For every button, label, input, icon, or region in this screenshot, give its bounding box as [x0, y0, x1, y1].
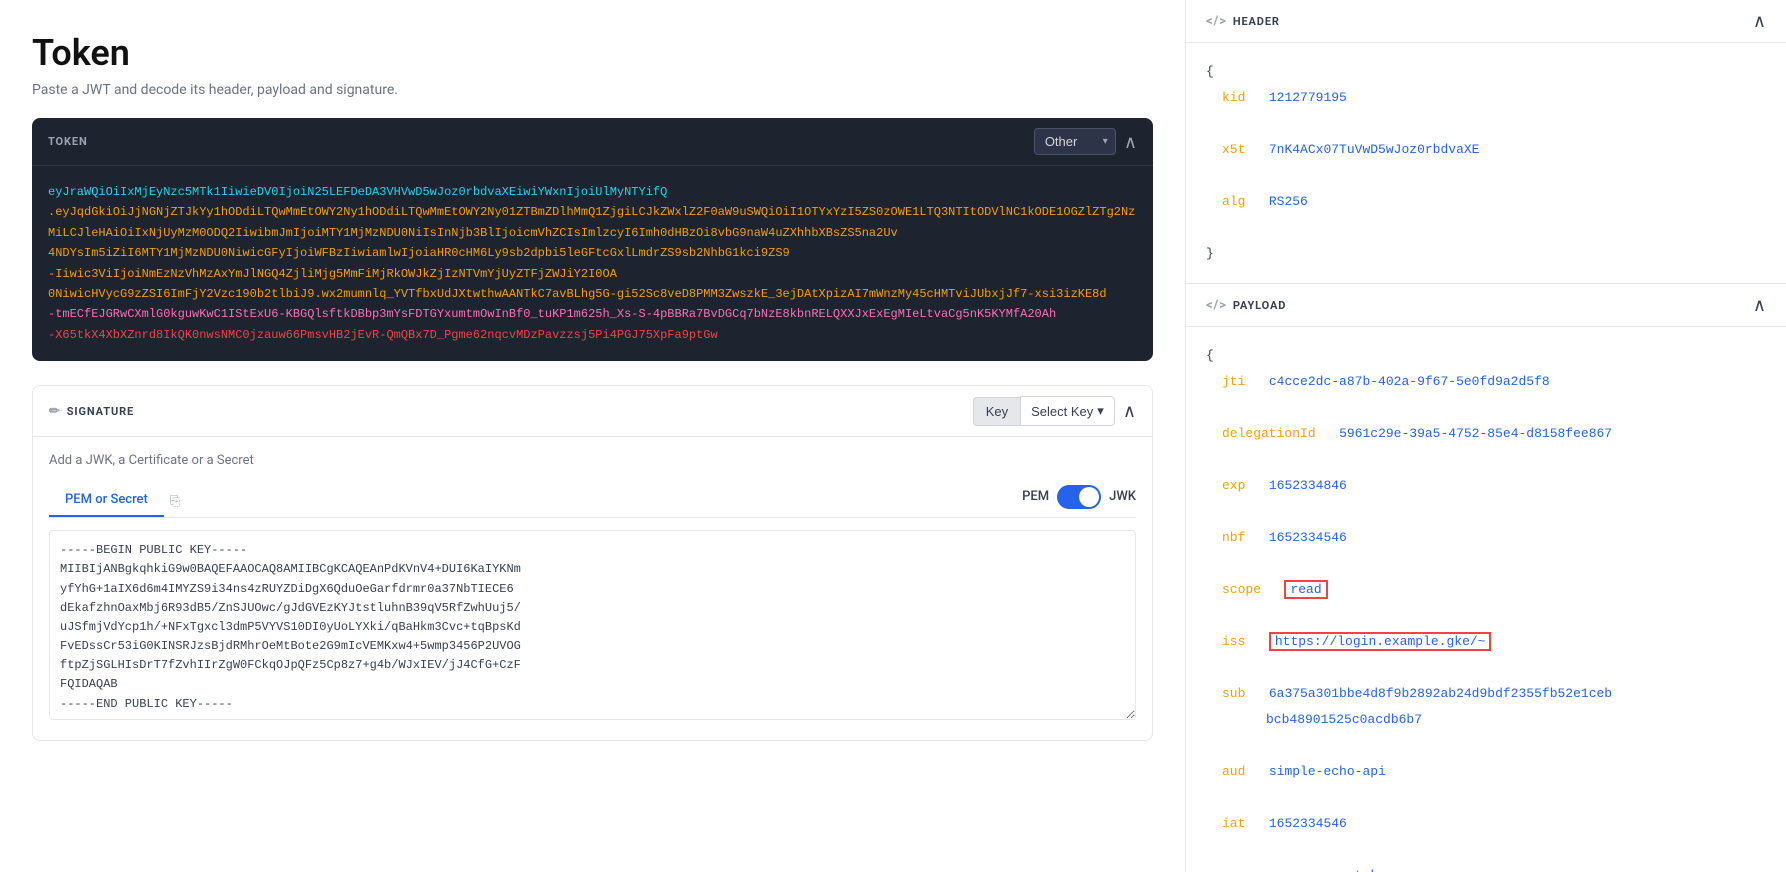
payload-sub-value-2: bcb48901525c0acdb6b7 — [1206, 712, 1422, 727]
payload-purpose-row: purpose access_token — [1206, 863, 1766, 872]
page-title: Token — [32, 32, 1153, 74]
payload-jti-value: c4cce2dc-a87b-402a-9f67-5e0fd9a2d5f8 — [1269, 374, 1550, 389]
payload-open-brace: { — [1206, 348, 1214, 363]
payload-scope-key: scope — [1222, 582, 1261, 597]
payload-section: </> PAYLOAD ∧ { jti c4cce2dc-a87b-402a-9… — [1186, 284, 1786, 872]
payload-iss-value: https://login.example.gke/~ — [1269, 632, 1492, 651]
payload-section-body: { jti c4cce2dc-a87b-402a-9f67-5e0fd9a2d5… — [1186, 327, 1786, 872]
payload-delegationId-row: delegationId 5961c29e-39a5-4752-85e4-d81… — [1206, 421, 1766, 447]
header-section-body: { kid 1212779195 x5t 7nK4ACx07TuVwD5wJoz… — [1186, 43, 1786, 283]
header-kid-row: kid 1212779195 — [1206, 85, 1766, 111]
payload-nbf-key: nbf — [1222, 530, 1245, 545]
signature-header: ✏ SIGNATURE Key Select Key ▾ ∧ — [33, 386, 1152, 437]
payload-sub-row: sub 6a375a301bbe4d8f9b2892ab24d9bdf2355f… — [1206, 681, 1766, 733]
token-label: TOKEN — [48, 135, 88, 148]
payload-iss-row: iss https://login.example.gke/~ — [1206, 629, 1766, 655]
header-x5t-row: x5t 7nK4ACx07TuVwD5wJoz0rbdvaXE — [1206, 137, 1766, 163]
payload-scope-value: read — [1284, 580, 1327, 599]
jwk-toggle-label: JWK — [1109, 489, 1136, 504]
payload-delegationId-key: delegationId — [1222, 426, 1316, 441]
payload-purpose-value: access_token — [1300, 868, 1394, 872]
signature-label: ✏ SIGNATURE — [49, 404, 134, 419]
select-key-button[interactable]: Select Key ▾ — [1020, 396, 1115, 426]
pem-jwk-toggle-row: PEM JWK — [1022, 485, 1136, 509]
payload-iat-row: iat 1652334546 — [1206, 811, 1766, 837]
payload-exp-value: 1652334846 — [1269, 478, 1347, 493]
payload-jti-row: jti c4cce2dc-a87b-402a-9f67-5e0fd9a2d5f8 — [1206, 369, 1766, 395]
payload-nbf-value: 1652334546 — [1269, 530, 1347, 545]
token-collapse-button[interactable]: ∧ — [1124, 133, 1137, 151]
payload-collapse-button[interactable]: ∧ — [1753, 296, 1766, 314]
page-subtitle: Paste a JWT and decode its header, paylo… — [32, 82, 1153, 98]
payload-scope-row: scope read — [1206, 577, 1766, 603]
token-type-select[interactable]: Other Bearer — [1034, 128, 1116, 155]
header-section-title: </> HEADER — [1206, 14, 1280, 29]
left-panel: Token Paste a JWT and decode its header,… — [0, 0, 1186, 872]
header-open-brace: { — [1206, 64, 1214, 79]
token-dropdown-wrapper: Other Bearer ▾ — [1034, 128, 1116, 155]
payload-iat-value: 1652334546 — [1269, 816, 1347, 831]
payload-aud-key: aud — [1222, 764, 1245, 779]
token-line-3: 4NDYsIm5iZiI6MTY1MjMzNDU0NiwicGFyIjoiWFB… — [48, 246, 790, 260]
token-line-5: 0NiwicHVycG9zZSI6ImFjY2Vzc190b2tlbiJ9.wx… — [48, 287, 1107, 301]
token-controls: Other Bearer ▾ ∧ — [1034, 128, 1137, 155]
payload-purpose-key: purpose — [1222, 868, 1277, 872]
token-line-7: -X65tkX4XbXZnrd8IkQK0nwsNMC0jzauw66PmsvH… — [48, 328, 718, 342]
header-close-brace: } — [1206, 246, 1214, 261]
pem-toggle-label: PEM — [1022, 489, 1049, 504]
code-icon-header: </> — [1206, 14, 1227, 29]
code-icon-payload: </> — [1206, 298, 1227, 313]
payload-exp-key: exp — [1222, 478, 1245, 493]
token-section-header: TOKEN Other Bearer ▾ ∧ — [32, 118, 1153, 166]
signature-header-controls: Key Select Key ▾ ∧ — [973, 396, 1136, 426]
header-section-header: </> HEADER ∧ — [1186, 0, 1786, 43]
signature-collapse-button[interactable]: ∧ — [1123, 402, 1136, 420]
sig-hint: Add a JWK, a Certificate or a Secret — [49, 453, 254, 468]
header-alg-key: alg — [1222, 194, 1245, 209]
token-section: TOKEN Other Bearer ▾ ∧ eyJraWQiOiIxMjEyN… — [32, 118, 1153, 361]
pem-textarea[interactable]: -----BEGIN PUBLIC KEY----- MIIBIjANBgkqh… — [49, 530, 1136, 720]
payload-exp-row: exp 1652334846 — [1206, 473, 1766, 499]
signature-section: ✏ SIGNATURE Key Select Key ▾ ∧ Add a JWK… — [32, 385, 1153, 741]
payload-section-title: </> PAYLOAD — [1206, 298, 1286, 313]
token-line-2: .eyJqdGkiOiJjNGNjZTJkYy1hODdiLTQwMmEtOWY… — [48, 205, 1135, 239]
payload-delegationId-value: 5961c29e-39a5-4752-85e4-d8158fee867 — [1339, 426, 1612, 441]
pem-jwk-toggle-switch[interactable] — [1057, 485, 1101, 509]
right-panel: </> HEADER ∧ { kid 1212779195 x5t 7nK4AC… — [1186, 0, 1786, 872]
tabs-row: PEM or Secret ⎘ PEM JWK — [49, 484, 1136, 518]
header-kid-value: 1212779195 — [1269, 90, 1347, 105]
header-alg-value: RS256 — [1269, 194, 1308, 209]
header-section: </> HEADER ∧ { kid 1212779195 x5t 7nK4AC… — [1186, 0, 1786, 284]
token-line-1: eyJraWQiOiIxMjEyNzc5MTk1IiwieDV0IjoiN25L… — [48, 185, 667, 199]
key-button[interactable]: Key — [973, 397, 1020, 426]
sig-top-row: Add a JWK, a Certificate or a Secret — [49, 453, 1136, 468]
pencil-icon: ✏ — [49, 404, 61, 419]
copy-tab-button[interactable]: ⎘ — [164, 493, 186, 509]
header-kid-key: kid — [1222, 90, 1245, 105]
header-collapse-button[interactable]: ∧ — [1753, 12, 1766, 30]
header-x5t-value: 7nK4ACx07TuVwD5wJoz0rbdvaXE — [1269, 142, 1480, 157]
payload-jti-key: jti — [1222, 374, 1245, 389]
chevron-down-icon: ▾ — [1097, 403, 1104, 419]
payload-aud-row: aud simple-echo-api — [1206, 759, 1766, 785]
key-controls: Key Select Key ▾ — [973, 396, 1115, 426]
header-x5t-key: x5t — [1222, 142, 1245, 157]
token-body: eyJraWQiOiIxMjEyNzc5MTk1IiwieDV0IjoiN25L… — [32, 166, 1153, 361]
payload-sub-value: 6a375a301bbe4d8f9b2892ab24d9bdf2355fb52e… — [1269, 686, 1612, 701]
payload-aud-value: simple-echo-api — [1269, 764, 1386, 779]
signature-body: Add a JWK, a Certificate or a Secret PEM… — [33, 437, 1152, 740]
payload-section-header: </> PAYLOAD ∧ — [1186, 284, 1786, 327]
tab-pem-or-secret[interactable]: PEM or Secret — [49, 484, 164, 517]
token-line-4: -Iiwic3ViIjoiNmEzNzVhMzAxYmJlNGQ4ZjliMjg… — [48, 267, 617, 281]
payload-nbf-row: nbf 1652334546 — [1206, 525, 1766, 551]
payload-iat-key: iat — [1222, 816, 1245, 831]
payload-sub-key: sub — [1222, 686, 1245, 701]
payload-iss-key: iss — [1222, 634, 1245, 649]
header-alg-row: alg RS256 — [1206, 189, 1766, 215]
toggle-knob — [1079, 487, 1099, 507]
token-line-6: -tmECfEJGRwCXmlG0kguwKwC1IStExU6-KBGQlsf… — [48, 307, 1056, 321]
